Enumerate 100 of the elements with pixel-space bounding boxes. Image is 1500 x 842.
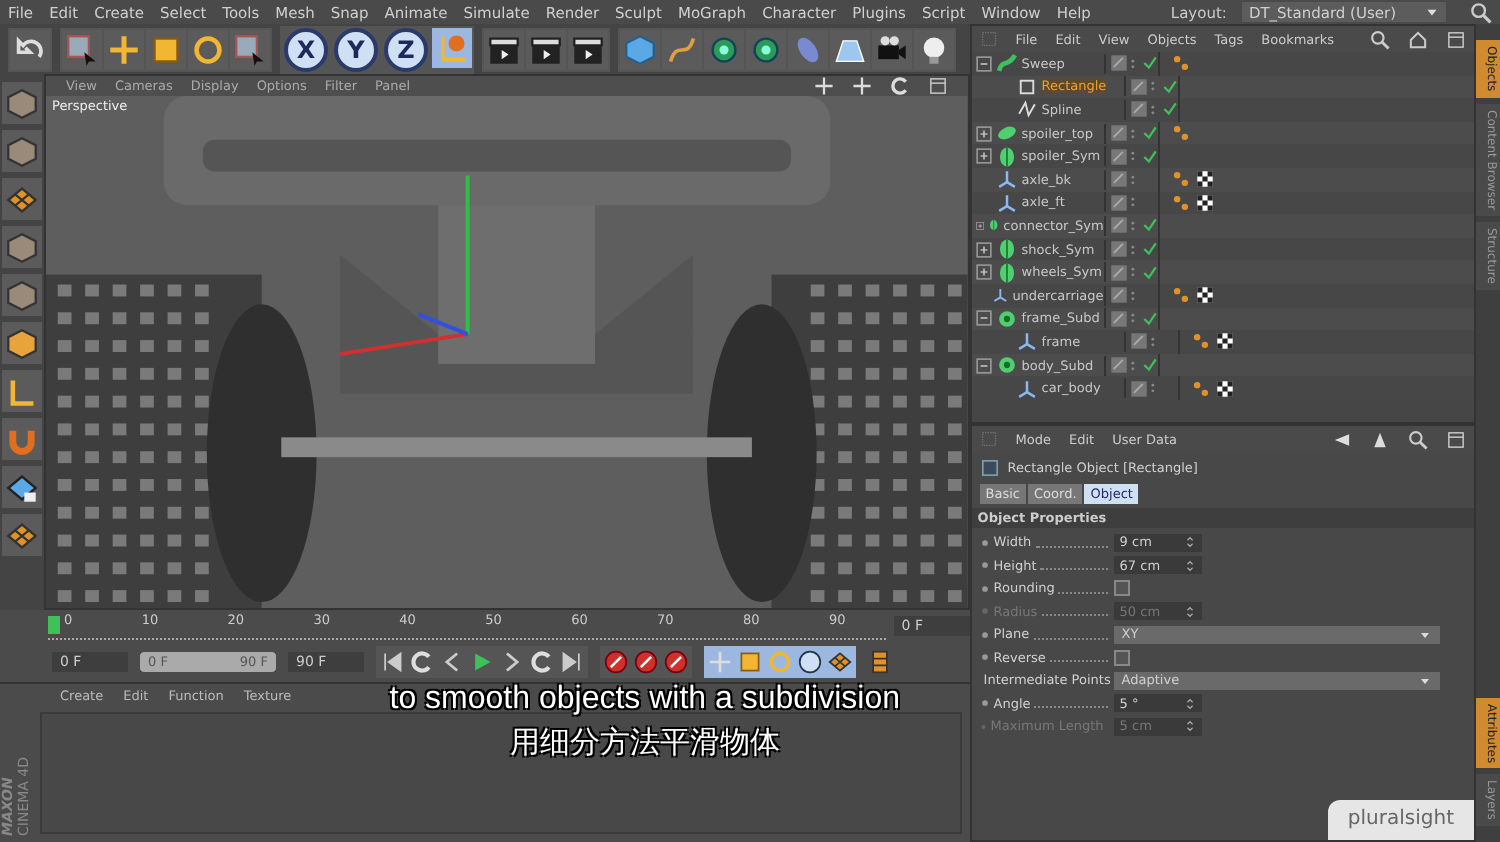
- selection-icon[interactable]: [66, 33, 98, 65]
- phong-tag-icon[interactable]: [1171, 286, 1190, 305]
- next-frame-icon[interactable]: [500, 650, 524, 674]
- expand-icon[interactable]: [975, 217, 984, 234]
- panel-icon[interactable]: [1446, 29, 1466, 49]
- loop-icon[interactable]: [889, 76, 910, 96]
- expand-icon[interactable]: [975, 241, 992, 258]
- check-icon[interactable]: [1141, 309, 1158, 328]
- locked-plane-icon[interactable]: [6, 471, 38, 503]
- axis-button[interactable]: Y: [334, 27, 378, 71]
- gear-icon[interactable]: [708, 33, 740, 65]
- checker-plane-icon[interactable]: [828, 650, 852, 674]
- cube-icon[interactable]: [6, 231, 38, 263]
- search-icon[interactable]: [1470, 1, 1492, 23]
- checker-tag-icon[interactable]: [1195, 170, 1214, 189]
- layer-icon[interactable]: [1129, 77, 1148, 96]
- phong-tag-icon[interactable]: [1191, 379, 1210, 398]
- previous-frame-icon[interactable]: [440, 650, 464, 674]
- loop-icon[interactable]: [530, 650, 554, 674]
- rotate-icon[interactable]: [192, 33, 224, 65]
- arrow-left-icon[interactable]: [1332, 429, 1352, 449]
- phong-tag-icon[interactable]: [1171, 124, 1190, 143]
- loop-icon[interactable]: [410, 650, 434, 674]
- layer-icon[interactable]: [1109, 147, 1128, 166]
- check-icon[interactable]: [1141, 263, 1158, 282]
- record-icon[interactable]: [604, 650, 628, 674]
- layer-icon[interactable]: [1129, 100, 1148, 119]
- checker-tag-icon[interactable]: [1195, 286, 1214, 305]
- phong-tag-icon[interactable]: [1171, 54, 1190, 73]
- last-frame-icon[interactable]: [560, 650, 584, 674]
- scale-icon[interactable]: [150, 33, 182, 65]
- check-icon[interactable]: [1161, 77, 1178, 96]
- expand-icon[interactable]: [975, 264, 992, 281]
- collapse-icon[interactable]: [975, 310, 992, 327]
- record-icon[interactable]: [664, 650, 688, 674]
- checkbox[interactable]: [1113, 580, 1130, 597]
- panel-icon[interactable]: [927, 76, 948, 96]
- play-icon[interactable]: [470, 650, 494, 674]
- clapperboard-icon[interactable]: [572, 33, 604, 65]
- axis-button[interactable]: Z: [384, 27, 428, 71]
- layer-icon[interactable]: [1109, 263, 1128, 282]
- collapse-icon[interactable]: [975, 55, 992, 72]
- check-icon[interactable]: [1141, 240, 1158, 259]
- move-icon[interactable]: [108, 33, 140, 65]
- camera-icon[interactable]: [876, 33, 908, 65]
- circle-icon[interactable]: [798, 650, 822, 674]
- light-bulb-icon[interactable]: [918, 33, 950, 65]
- home-icon[interactable]: [1408, 29, 1428, 49]
- checkbox[interactable]: [1113, 649, 1130, 666]
- clapperboard-icon[interactable]: [530, 33, 562, 65]
- phong-tag-icon[interactable]: [1171, 193, 1190, 212]
- layer-icon[interactable]: [1109, 124, 1128, 143]
- check-icon[interactable]: [1161, 100, 1178, 119]
- checker-plane-icon[interactable]: [6, 183, 38, 215]
- film-icon[interactable]: [868, 648, 892, 676]
- check-icon[interactable]: [1141, 147, 1158, 166]
- scale-icon[interactable]: [738, 650, 762, 674]
- check-icon[interactable]: [1141, 124, 1158, 143]
- search-icon[interactable]: [1408, 429, 1428, 449]
- phong-tag-icon[interactable]: [1191, 332, 1210, 351]
- phong-tag-icon[interactable]: [1171, 170, 1190, 189]
- expand-icon[interactable]: [975, 148, 992, 165]
- layer-icon[interactable]: [1109, 216, 1128, 235]
- layer-icon[interactable]: [1109, 309, 1128, 328]
- move-icon[interactable]: [813, 76, 834, 96]
- cube-icon[interactable]: [6, 279, 38, 311]
- pen-icon[interactable]: [666, 33, 698, 65]
- capsule-icon[interactable]: [792, 33, 824, 65]
- checker-tag-icon[interactable]: [1195, 193, 1214, 212]
- layer-icon[interactable]: [1109, 286, 1128, 305]
- record-icon[interactable]: [634, 650, 658, 674]
- cube-icon[interactable]: [6, 135, 38, 167]
- layer-icon[interactable]: [1109, 54, 1128, 73]
- layer-icon[interactable]: [1109, 193, 1128, 212]
- check-icon[interactable]: [1141, 356, 1158, 375]
- layer-icon[interactable]: [1129, 379, 1148, 398]
- checker-tag-icon[interactable]: [1215, 332, 1234, 351]
- checker-plane-icon[interactable]: [6, 519, 38, 551]
- axis-icon[interactable]: [6, 375, 38, 407]
- search-icon[interactable]: [1370, 29, 1390, 49]
- expand-icon[interactable]: [975, 125, 992, 142]
- cube-icon[interactable]: [624, 33, 656, 65]
- clapperboard-icon[interactable]: [488, 33, 520, 65]
- checker-tag-icon[interactable]: [1215, 379, 1234, 398]
- collapse-icon[interactable]: [975, 357, 992, 374]
- layer-icon[interactable]: [1109, 356, 1128, 375]
- first-frame-icon[interactable]: [380, 650, 404, 674]
- layer-icon[interactable]: [1109, 240, 1128, 259]
- gear-icon[interactable]: [750, 33, 782, 65]
- panel-icon[interactable]: [1446, 429, 1466, 449]
- layer-icon[interactable]: [1129, 332, 1148, 351]
- arrow-up-icon[interactable]: [1370, 429, 1390, 449]
- check-icon[interactable]: [1141, 216, 1158, 235]
- layer-icon[interactable]: [1109, 170, 1128, 189]
- cube-icon[interactable]: [6, 87, 38, 119]
- check-icon[interactable]: [1141, 54, 1158, 73]
- selection-icon[interactable]: [234, 33, 266, 65]
- cube-icon[interactable]: [6, 327, 38, 359]
- move-icon[interactable]: [851, 76, 872, 96]
- axis-button[interactable]: X: [284, 27, 328, 71]
